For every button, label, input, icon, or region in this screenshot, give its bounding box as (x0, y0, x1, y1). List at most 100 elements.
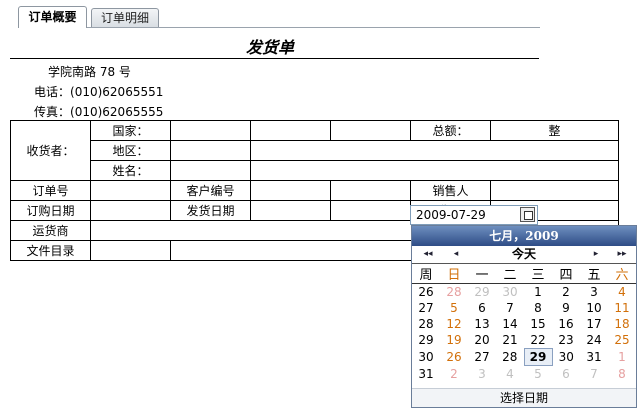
calendar-week-row: 28 12 13 14 15 16 17 18 (412, 316, 636, 332)
calendar-day[interactable]: 11 (608, 300, 636, 316)
calendar-day[interactable]: 24 (580, 332, 608, 349)
calendar-day[interactable]: 23 (552, 332, 580, 349)
calendar-day[interactable]: 27 (468, 349, 496, 366)
tab-divider (18, 27, 540, 28)
phone-label: 电话： (34, 85, 71, 99)
calendar-day[interactable]: 10 (580, 300, 608, 316)
calendar-day[interactable]: 9 (552, 300, 580, 316)
weekday-sun: 日 (440, 264, 468, 284)
calendar-day[interactable]: 17 (580, 316, 608, 332)
phone-row: 电话：(010)62065551 (34, 83, 163, 100)
next-year-button[interactable]: ▸▸ (612, 246, 632, 262)
calendar-day[interactable]: 18 (608, 316, 636, 332)
file-dir-label: 文件目录 (10, 240, 91, 261)
shipper-label: 运货商 (10, 220, 91, 241)
calendar-day[interactable]: 31 (580, 349, 608, 366)
order-date-cell[interactable] (90, 200, 171, 221)
fax-value: (010)62065555 (70, 105, 164, 119)
country-cell-3[interactable] (330, 120, 411, 141)
calendar-day[interactable]: 30 (552, 349, 580, 366)
salesperson-label: 销售人 (410, 180, 491, 201)
calendar-day[interactable]: 5 (440, 300, 468, 316)
country-cell-2[interactable] (250, 120, 331, 141)
country-label: 国家： (90, 120, 171, 141)
calendar-day[interactable]: 6 (552, 366, 580, 383)
calendar-day[interactable]: 13 (468, 316, 496, 332)
calendar-day[interactable]: 28 (440, 284, 468, 301)
calendar-day[interactable]: 6 (468, 300, 496, 316)
name-cell-1[interactable] (170, 160, 251, 181)
calendar-day[interactable]: 2 (552, 284, 580, 301)
calendar-day[interactable]: 7 (496, 300, 524, 316)
calendar-day[interactable]: 30 (496, 284, 524, 301)
file-dir-cell-1[interactable] (90, 240, 171, 261)
ship-date-label: 发货日期 (170, 200, 251, 221)
calendar-day[interactable]: 28 (496, 349, 524, 366)
calendar-day[interactable]: 8 (608, 366, 636, 383)
calendar-day[interactable]: 12 (440, 316, 468, 332)
calendar-day[interactable]: 4 (608, 284, 636, 301)
region-cell-1[interactable] (170, 140, 251, 161)
weekday-fri: 五 (580, 264, 608, 284)
calendar-day[interactable]: 4 (496, 366, 524, 383)
weekday-mon: 一 (468, 264, 496, 284)
country-cell-1[interactable] (170, 120, 251, 141)
name-cell-2[interactable] (250, 160, 619, 181)
calendar-day[interactable]: 7 (580, 366, 608, 383)
calendar-day[interactable]: 26 (440, 349, 468, 366)
calendar-day[interactable]: 3 (468, 366, 496, 383)
weekday-sat: 六 (608, 264, 636, 284)
phone-value: (010)62065551 (70, 85, 164, 99)
calendar-day[interactable]: 8 (524, 300, 552, 316)
name-label: 姓名： (90, 160, 171, 181)
calendar-day[interactable]: 29 (468, 284, 496, 301)
order-no-label: 订单号 (10, 180, 91, 201)
customer-no-cell-2[interactable] (330, 180, 411, 201)
weekday-header-row: 周 日 一 二 三 四 五 六 (412, 264, 636, 284)
consignee-label: 收货者： (10, 120, 91, 181)
calendar-day[interactable]: 22 (524, 332, 552, 349)
tab-order-summary[interactable]: 订单概要 (18, 6, 87, 28)
region-cell-2[interactable] (250, 140, 619, 161)
calendar-week-row: 27 5 6 7 8 9 10 11 (412, 300, 636, 316)
ship-date-cell-1[interactable] (250, 200, 331, 221)
calendar-day[interactable]: 14 (496, 316, 524, 332)
address-text: 学院南路 78 号 (48, 65, 131, 79)
calendar-week-row: 26 28 29 30 1 2 3 4 (412, 284, 636, 301)
salesperson-cell[interactable] (490, 180, 619, 201)
calendar-day[interactable]: 20 (468, 332, 496, 349)
calendar-day[interactable]: 21 (496, 332, 524, 349)
calendar-day[interactable]: 19 (440, 332, 468, 349)
calendar-grid: 周 日 一 二 三 四 五 六 26 28 29 30 1 2 3 4 27 5… (412, 264, 636, 382)
calendar-day[interactable]: 1 (524, 284, 552, 301)
customer-no-cell-1[interactable] (250, 180, 331, 201)
calendar-day[interactable]: 1 (608, 349, 636, 366)
week-number: 27 (418, 301, 434, 315)
calendar-day[interactable]: 25 (608, 332, 636, 349)
calendar-icon[interactable] (520, 207, 535, 222)
tab-order-details[interactable]: 订单明细 (91, 8, 159, 27)
order-no-cell[interactable] (90, 180, 171, 201)
week-number: 29 (418, 333, 434, 348)
calendar-week-row: 29 19 20 21 22 23 24 25 (412, 332, 636, 349)
week-number: 31 (418, 366, 434, 381)
calendar-day[interactable]: 15 (524, 316, 552, 332)
calendar-nav: ◂◂ ◂ 今天 ▸ ▸▸ (412, 246, 636, 264)
ship-date-cell-2[interactable] (330, 200, 411, 221)
calendar-day[interactable]: 3 (580, 284, 608, 301)
arrival-date-input[interactable]: 2009-07-29 (410, 205, 538, 225)
total-label: 总额： (410, 120, 491, 141)
calendar-week-row: 31 2 3 4 5 6 7 8 (412, 366, 636, 383)
select-date-footer: 选择日期 (412, 388, 636, 407)
order-date-label: 订购日期 (10, 200, 91, 221)
calendar-day[interactable]: 5 (524, 366, 552, 383)
fax-label: 传真： (34, 105, 71, 119)
calendar-day[interactable]: 16 (552, 316, 580, 332)
page-title: 发货单 (245, 38, 294, 57)
fax-row: 传真：(010)62065555 (34, 103, 163, 120)
next-month-button[interactable]: ▸ (586, 246, 606, 262)
calendar-day[interactable]: 2 (440, 366, 468, 383)
calendar-day-selected[interactable]: 29 (523, 348, 553, 366)
customer-no-label: 客户编号 (170, 180, 251, 201)
weekday-week: 周 (412, 264, 440, 284)
